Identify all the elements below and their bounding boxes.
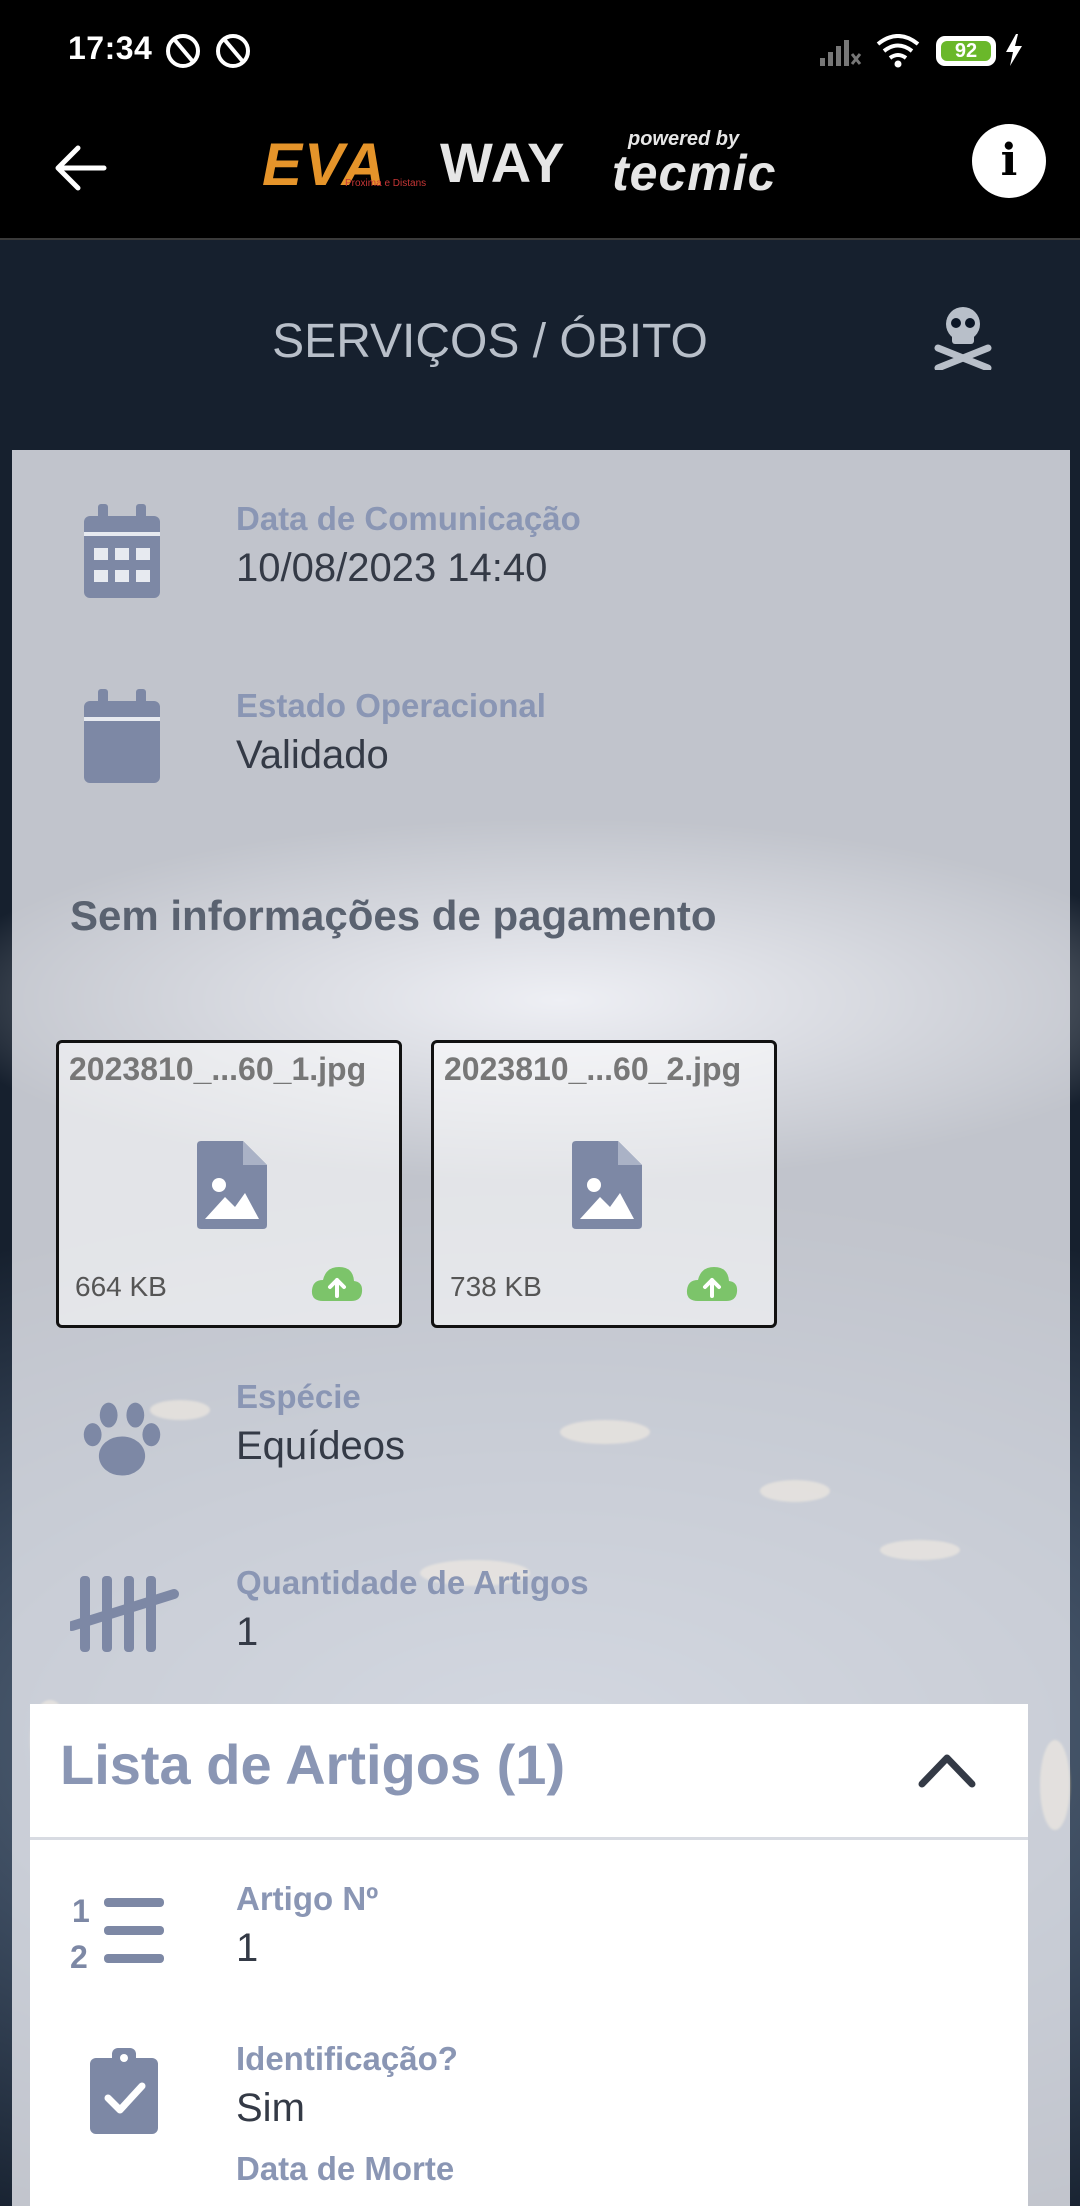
- detail-label: Estado Operacional: [236, 687, 546, 724]
- attachment-size: 664 KB: [75, 1271, 167, 1302]
- calendar-icon: [84, 689, 160, 783]
- clipboard-check-icon: [90, 2048, 158, 2134]
- cloud-upload-icon: [686, 1267, 738, 1301]
- tally-icon: [70, 1576, 179, 1652]
- detail-value: Validado: [236, 733, 389, 777]
- battery-icon: 92: [936, 36, 996, 66]
- attachment-tile[interactable]: 2023810_...60_2.jpg 738 KB: [431, 1040, 777, 1328]
- numbered-list-icon: 1 2: [70, 1893, 164, 1972]
- logo-way: WAY: [440, 131, 566, 194]
- app-bar: EVA Proxima e Distans WAY powered by tec…: [0, 100, 1080, 240]
- detail-row-article-quantity: Quantidade de Artigos 1: [12, 1564, 1070, 1704]
- detail-row-operational-state: Estado Operacional Validado: [12, 687, 1070, 827]
- logo-eva-tagline: Proxima e Distans: [345, 178, 427, 189]
- battery-level: 92: [954, 40, 978, 62]
- charging-icon: [1006, 34, 1022, 66]
- calendar-grid-icon: [84, 504, 160, 598]
- article-row-identification: Identificação? Sim: [30, 2040, 1028, 2180]
- page-title: SERVIÇOS / ÓBITO: [272, 315, 708, 368]
- payment-info-message: Sem informações de pagamento: [70, 892, 717, 939]
- attachment-size: 738 KB: [450, 1271, 542, 1302]
- paw-icon: [83, 1402, 161, 1476]
- article-row-number: 1 2 Artigo Nº 1: [30, 1880, 1028, 2020]
- detail-row-communication-date: Data de Comunicação 10/08/2023 14:40: [12, 500, 1070, 640]
- article-label: Artigo Nº: [236, 1880, 379, 1917]
- article-value: 1: [236, 1926, 259, 1970]
- cloud-upload-icon: [311, 1267, 363, 1301]
- attachment-name: 2023810_...60_2.jpg: [444, 1051, 742, 1087]
- image-file-icon: [572, 1141, 642, 1229]
- status-bar: 17:34 92: [0, 0, 1080, 100]
- articles-list-header[interactable]: Lista de Artigos (1): [30, 1704, 1028, 1840]
- status-time: 17:34: [68, 30, 153, 66]
- do-not-disturb-icon: [166, 34, 200, 68]
- detail-value: 10/08/2023 14:40: [236, 546, 548, 590]
- detail-row-species: Espécie Equídeos: [12, 1378, 1070, 1518]
- attachment-name: 2023810_...60_1.jpg: [69, 1051, 367, 1087]
- detail-value: 1: [236, 1610, 259, 1654]
- page-header: SERVIÇOS / ÓBITO: [0, 242, 1080, 448]
- articles-list-title: Lista de Artigos (1): [60, 1733, 566, 1796]
- chevron-up-icon[interactable]: [916, 1744, 978, 1794]
- wifi-icon: [876, 34, 920, 68]
- attachment-tile[interactable]: 2023810_...60_1.jpg 664 KB: [56, 1040, 402, 1328]
- skull-crossbones-icon: [934, 307, 992, 370]
- signal-icon: [820, 40, 862, 66]
- do-not-disturb-icon: [216, 34, 250, 68]
- info-button[interactable]: i: [972, 124, 1046, 198]
- article-label: Identificação?: [236, 2040, 458, 2077]
- detail-label: Quantidade de Artigos: [236, 1564, 589, 1601]
- svg-text:1: 1: [72, 1893, 90, 1929]
- detail-label: Espécie: [236, 1378, 361, 1415]
- articles-list-section: Lista de Artigos (1) 1 2 Artigo Nº 1 Ide…: [30, 1704, 1028, 2206]
- article-value: Sim: [236, 2086, 305, 2130]
- svg-text:2: 2: [70, 1939, 88, 1972]
- detail-label: Data de Comunicação: [236, 500, 581, 537]
- image-file-icon: [197, 1141, 267, 1229]
- logo-tecmic: tecmic: [612, 145, 777, 201]
- back-arrow-icon[interactable]: [50, 138, 110, 198]
- article-label: Data de Morte: [236, 2150, 455, 2187]
- detail-value: Equídeos: [236, 1424, 406, 1468]
